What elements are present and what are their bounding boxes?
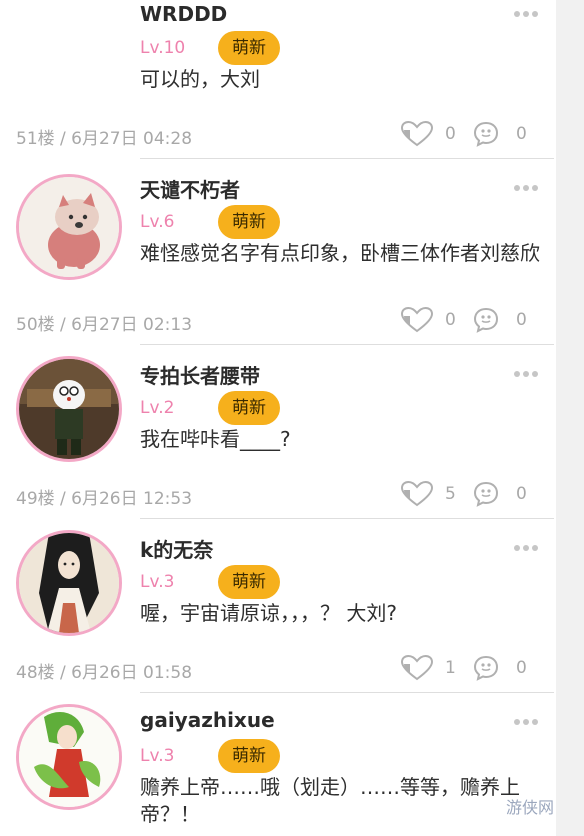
comment-username[interactable]: k的无奈 — [140, 534, 213, 563]
speech-bubble-reply-icon[interactable] — [472, 306, 500, 334]
comment-item: k的无奈 Lv.3 萌新 喔，宇宙请原谅，，，？ 大刘? 48楼 / 6月26日… — [0, 530, 556, 690]
comment-username[interactable]: gaiyazhixue — [140, 708, 275, 732]
more-dots-icon[interactable] — [514, 184, 540, 192]
anime-girl-kimono-avatar[interactable] — [16, 530, 122, 636]
user-level: Lv.10 — [140, 38, 186, 58]
reply-count: 0 — [516, 658, 527, 678]
reply-count: 0 — [516, 484, 527, 504]
like-count: 1 — [445, 658, 456, 678]
comment-text: 难怪感觉名字有点印象，卧槽三体作者刘慈欣 — [140, 241, 540, 265]
more-dots-icon[interactable] — [514, 370, 540, 378]
anime-girl-green-hair-avatar[interactable] — [16, 704, 122, 810]
more-dots-icon[interactable] — [514, 544, 540, 552]
site-watermark: 游侠网 — [506, 798, 555, 817]
comment-text: 可以的，大刘 — [140, 67, 260, 91]
like-count: 0 — [445, 310, 456, 330]
comment-text: 赡养上帝……哦（划走）……等等，赡养上帝？！ — [140, 775, 520, 826]
user-badge: 萌新 — [218, 31, 280, 65]
comment-item: gaiyazhixue Lv.3 萌新 赡养上帝……哦（划走）……等等，赡养上帝… — [0, 704, 556, 836]
comment-item: WRDDD Lv.10 萌新 可以的，大刘 51楼 / 6月27日 04:28 … — [0, 0, 556, 160]
comment-item: 专拍长者腰带 Lv.2 萌新 我在哔咔看____? 49楼 / 6月26日 12… — [0, 356, 556, 516]
user-badge: 萌新 — [218, 739, 280, 773]
speech-bubble-reply-icon[interactable] — [472, 654, 500, 682]
comment-username[interactable]: 专拍长者腰带 — [140, 360, 260, 389]
like-count: 5 — [445, 484, 456, 504]
user-badge: 萌新 — [218, 205, 280, 239]
shiba-dog-avatar[interactable] — [16, 174, 122, 280]
doraemon-figure-avatar[interactable] — [16, 356, 122, 462]
heart-like-icon[interactable] — [400, 120, 434, 148]
comment-meta: 49楼 / 6月26日 12:53 — [16, 489, 193, 509]
user-badge: 萌新 — [218, 391, 280, 425]
right-edge-strip — [556, 0, 584, 836]
reply-count: 0 — [516, 310, 527, 330]
divider — [140, 158, 554, 159]
more-dots-icon[interactable] — [514, 718, 540, 726]
user-level: Lv.6 — [140, 212, 175, 232]
comment-username[interactable]: 天谴不朽者 — [140, 174, 240, 203]
user-level: Lv.3 — [140, 746, 175, 766]
divider — [140, 518, 554, 519]
like-count: 0 — [445, 124, 456, 144]
comment-username[interactable]: WRDDD — [140, 2, 227, 26]
speech-bubble-reply-icon[interactable] — [472, 120, 500, 148]
user-badge: 萌新 — [218, 565, 280, 599]
comment-feed: WRDDD Lv.10 萌新 可以的，大刘 51楼 / 6月27日 04:28 … — [0, 0, 584, 836]
speech-bubble-reply-icon[interactable] — [472, 480, 500, 508]
comment-meta: 48楼 / 6月26日 01:58 — [16, 663, 193, 683]
comment-text: 喔，宇宙请原谅，，，？ 大刘? — [140, 601, 397, 625]
comment-item: 天谴不朽者 Lv.6 萌新 难怪感觉名字有点印象，卧槽三体作者刘慈欣 50楼 /… — [0, 170, 556, 344]
heart-like-icon[interactable] — [400, 654, 434, 682]
heart-like-icon[interactable] — [400, 480, 434, 508]
divider — [140, 692, 554, 693]
divider — [140, 344, 554, 345]
user-level: Lv.2 — [140, 398, 175, 418]
more-dots-icon[interactable] — [514, 10, 540, 18]
heart-like-icon[interactable] — [400, 306, 434, 334]
reply-count: 0 — [516, 124, 527, 144]
comment-text: 我在哔咔看____? — [140, 427, 291, 451]
comment-meta: 50楼 / 6月27日 02:13 — [16, 315, 193, 335]
comment-meta: 51楼 / 6月27日 04:28 — [16, 129, 193, 149]
user-level: Lv.3 — [140, 572, 175, 592]
